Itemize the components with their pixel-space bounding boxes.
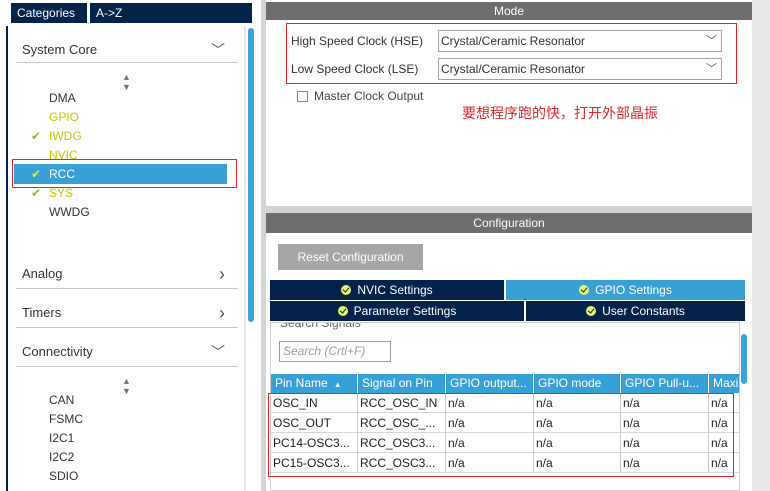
- category-tree: [6, 26, 246, 491]
- scrollbar-thumb[interactable]: [248, 28, 254, 322]
- highlight-box-pins: [268, 393, 734, 477]
- section-analog[interactable]: Analog ›: [22, 262, 237, 286]
- chevron-right-icon: ›: [219, 303, 225, 323]
- sort-up-icon: ▲: [333, 380, 342, 389]
- column-header-gpio-mode[interactable]: GPIO mode: [534, 374, 621, 393]
- section-label: System Core: [22, 42, 98, 57]
- mco-label[interactable]: Master Clock Output: [314, 88, 423, 104]
- search-input[interactable]: Search (Crtl+F): [279, 341, 391, 362]
- category-tabbar: Categories A->Z: [0, 0, 261, 24]
- lse-select[interactable]: Crystal/Ceramic Resonator ﹀: [438, 58, 722, 80]
- left-scrollbar[interactable]: [246, 28, 256, 491]
- column-header-gpio-pull[interactable]: GPIO Pull-u...: [621, 374, 709, 393]
- tab-gpio-settings[interactable]: GPIO Settings: [506, 280, 745, 300]
- scrollbar-thumb[interactable]: [741, 334, 747, 384]
- column-header-gpio-output[interactable]: GPIO output...: [446, 374, 534, 393]
- tree-item-i2c1[interactable]: I2C1: [49, 429, 74, 447]
- divider: [16, 366, 238, 367]
- section-label: Timers: [22, 305, 62, 320]
- sort-icon[interactable]: ▲ ▼: [122, 376, 131, 396]
- hse-value: Crystal/Ceramic Resonator: [441, 34, 586, 48]
- divider: [16, 288, 238, 289]
- configuration-title: Configuration: [266, 213, 752, 233]
- tab-label: Parameter Settings: [353, 304, 457, 318]
- section-label: Connectivity: [22, 344, 93, 359]
- right-edge: [752, 0, 770, 491]
- tab-label: GPIO Settings: [595, 283, 672, 297]
- section-timers[interactable]: Timers ›: [22, 301, 237, 325]
- divider: [16, 327, 238, 328]
- tree-item-can[interactable]: CAN: [49, 391, 74, 409]
- check-icon: ✔: [31, 129, 42, 143]
- section-connectivity[interactable]: Connectivity ﹀: [22, 340, 237, 364]
- reset-configuration-button[interactable]: Reset Configuration: [278, 244, 423, 270]
- chevron-down-icon: ﹀: [211, 344, 225, 360]
- tree-item-fsmc[interactable]: FSMC: [49, 410, 83, 428]
- lse-value: Crystal/Ceramic Resonator: [441, 62, 586, 76]
- categories-panel: Categories A->Z System Core ﹀ ▲ ▼ DMA GPI…: [0, 0, 261, 491]
- tree-item-sdio[interactable]: SDIO: [49, 467, 78, 485]
- check-circle-icon: [579, 285, 590, 295]
- mode-title: Mode: [266, 2, 752, 20]
- tree-item-sys[interactable]: SYS: [49, 184, 73, 202]
- tab-nvic-settings[interactable]: NVIC Settings: [270, 280, 504, 300]
- annotation-text: 要想程序跑的快，打开外部晶振: [462, 106, 658, 122]
- column-label: Pin Name: [275, 376, 328, 390]
- tabbar-fill: [140, 3, 252, 23]
- tree-item-i2c2[interactable]: I2C2: [49, 448, 74, 466]
- tab-categories[interactable]: Categories: [11, 3, 87, 23]
- check-circle-icon: [337, 306, 348, 316]
- highlight-box-rcc: [12, 159, 237, 188]
- config-scrollbar[interactable]: [740, 322, 748, 491]
- tab-label: NVIC Settings: [357, 283, 433, 297]
- chevron-right-icon: ›: [219, 264, 225, 284]
- tab-a-z[interactable]: A->Z: [90, 3, 140, 23]
- column-header-pin-name[interactable]: Pin Name ▲: [271, 374, 358, 393]
- section-label: Analog: [22, 266, 63, 281]
- chevron-down-icon: ﹀: [211, 42, 225, 58]
- chevron-down-icon: ﹀: [706, 35, 717, 47]
- tab-user-constants[interactable]: User Constants: [526, 301, 745, 321]
- column-header-signal[interactable]: Signal on Pin: [358, 374, 446, 393]
- column-header-maximum[interactable]: Maxi: [709, 374, 739, 393]
- check-circle-icon: [586, 306, 597, 316]
- tab-parameter-settings[interactable]: Parameter Settings: [270, 301, 524, 321]
- lse-label: Low Speed Clock (LSE): [291, 62, 419, 76]
- section-system-core[interactable]: System Core ﹀: [22, 38, 237, 62]
- check-icon: ✔: [31, 186, 42, 200]
- tab-label: User Constants: [602, 304, 685, 318]
- hse-label: High Speed Clock (HSE): [291, 34, 424, 48]
- search-signals-label: Search Signals: [280, 322, 361, 330]
- mode-panel: Mode High Speed Clock (HSE) Crystal/Cera…: [266, 0, 752, 206]
- tree-item-gpio[interactable]: GPIO: [49, 108, 79, 126]
- check-circle-icon: [341, 285, 352, 295]
- tree-item-wwdg[interactable]: WWDG: [49, 203, 90, 221]
- divider: [16, 62, 238, 63]
- sort-icon[interactable]: ▲ ▼: [122, 72, 131, 92]
- hse-select[interactable]: Crystal/Ceramic Resonator ﹀: [438, 30, 722, 52]
- tree-item-dma[interactable]: DMA: [49, 89, 76, 107]
- tree-item-iwdg[interactable]: IWDG: [49, 127, 82, 145]
- chevron-down-icon: ﹀: [706, 63, 717, 75]
- mco-checkbox[interactable]: [297, 91, 308, 102]
